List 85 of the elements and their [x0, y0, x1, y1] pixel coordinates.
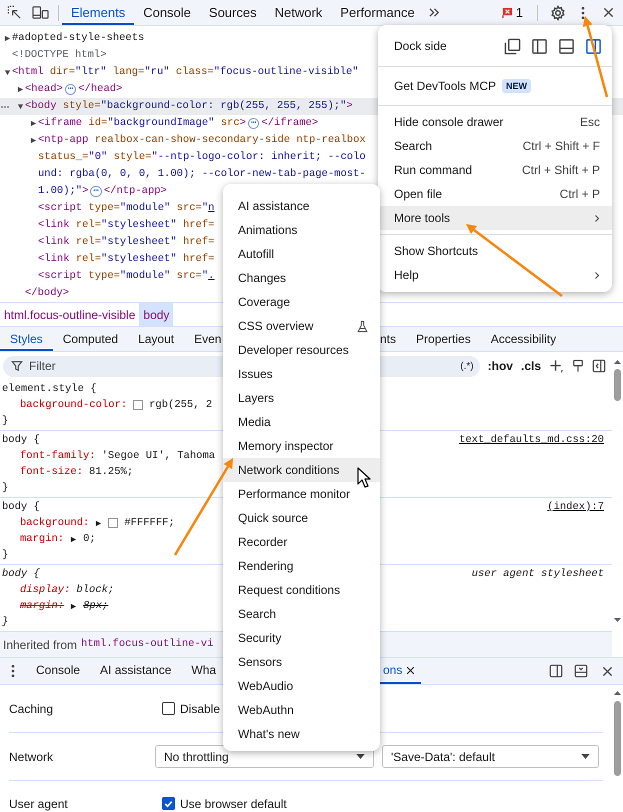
property-value: 8px;	[83, 599, 108, 614]
property-name: margin:	[20, 532, 64, 547]
menu-label: Network conditions	[238, 462, 340, 479]
code-text: <html dir="ltr" lang="ru" class="focus-outline-visible"	[12, 65, 359, 80]
new-badge: NEW	[502, 79, 532, 93]
property-name: background-color:	[20, 398, 128, 413]
menu-label: Show Shortcuts	[394, 243, 478, 260]
code-text: <script type="module" src="	[38, 269, 208, 284]
property-name: margin:	[20, 599, 64, 614]
shortcut-label: Esc	[580, 114, 600, 131]
menu-label: WebAudio	[238, 678, 294, 695]
css-selector: body {	[2, 500, 40, 515]
code-text: </head>	[78, 82, 122, 97]
property-value: 'Segoe UI', Tahoma	[102, 449, 216, 464]
menu-label: Get DevTools MCP	[394, 78, 496, 95]
field-label: Network	[9, 748, 54, 766]
code-text: </iframe>	[261, 116, 318, 131]
shortcut-label: Ctrl + Shift + F	[522, 138, 600, 155]
property-value: block;	[76, 583, 114, 598]
property-value: #FFFFFF;	[124, 516, 175, 531]
property-name: display:	[20, 583, 70, 598]
menu-label: Layers	[238, 390, 274, 407]
menu-label: AI assistance	[238, 198, 310, 215]
menu-label: Issues	[238, 366, 273, 383]
code-text: status_="0" style="--ntp-logo-color: inherit; --colo	[38, 150, 366, 165]
menu-label: Recorder	[238, 534, 288, 551]
source-label: user agent stylesheet	[472, 567, 604, 582]
shortcut-label: Ctrl + P	[560, 186, 600, 203]
code-text: <link rel="stylesheet" href=	[38, 252, 214, 267]
field-label: Caching	[9, 700, 54, 718]
code-text: <iframe id="backgroundImage" src>	[38, 116, 246, 131]
code-text: 1.00);">	[38, 184, 88, 199]
code-text: <body style="background-color: rgb(255, 255, 255);">	[25, 99, 353, 114]
checkbox-label: Use browser default	[180, 796, 287, 812]
code-text: <link rel="stylesheet" href=	[38, 218, 214, 233]
menu-label: Hide console drawer	[394, 114, 504, 131]
closing-brace: }	[1, 481, 8, 496]
code-text: </ntp-app>	[104, 184, 167, 199]
property-name: font-family:	[20, 449, 96, 464]
menu-label: What's new	[238, 726, 300, 743]
property-value: 0;	[83, 532, 96, 547]
code-text: <script type="module" src="	[38, 201, 208, 216]
menu-label: Performance monitor	[238, 486, 350, 503]
css-selector: body {	[2, 433, 40, 448]
code-text: #adopted-style-sheets	[12, 31, 144, 46]
menu-label: Security	[238, 630, 282, 647]
menu-label: More tools	[394, 210, 450, 227]
field-label: User agent	[9, 796, 69, 812]
menu-label: Sensors	[238, 654, 282, 671]
code-text: <head>	[25, 82, 63, 97]
code-text: </body>	[25, 286, 70, 301]
code-text: und: rgba(0, 0, 0, 1.00); --color-new-tab-page-most-	[38, 167, 366, 182]
menu-label: Rendering	[238, 558, 294, 575]
menu-label: Developer resources	[238, 342, 349, 359]
menu-label: Coverage	[238, 294, 290, 311]
css-selector: body {	[2, 567, 40, 582]
menu-label: Request conditions	[238, 582, 340, 599]
closing-brace: }	[1, 615, 8, 630]
menu-label: Search	[238, 606, 276, 623]
menu-label: Media	[238, 414, 271, 431]
menu-label: Open file	[394, 186, 442, 203]
css-selector: element.style {	[2, 382, 97, 397]
menu-label: Quick source	[238, 510, 308, 527]
property-name: font-size:	[20, 465, 84, 480]
inherited-label: Inherited from	[3, 636, 78, 654]
menu-label: Autofill	[238, 246, 274, 263]
checkbox-label: Disable	[180, 700, 220, 718]
code-text: <link rel="stylesheet" href=	[38, 235, 214, 250]
menu-label: CSS overview	[238, 318, 314, 335]
menu-label: Memory inspector	[238, 438, 334, 455]
menu-label: Run command	[394, 162, 472, 179]
menu-label: Changes	[238, 270, 286, 287]
menu-label: Animations	[238, 222, 298, 239]
menu-label: WebAuthn	[238, 702, 294, 719]
menu-label: Search	[394, 138, 432, 155]
shortcut-label: Ctrl + Shift + P	[522, 162, 600, 179]
menu-label: Dock side	[394, 38, 447, 55]
code-text: <!DOCTYPE html>	[12, 48, 107, 63]
code-text: <ntp-app realbox-can-show-secondary-side ntp-realbox	[38, 133, 366, 148]
closing-brace: }	[1, 414, 8, 429]
menu-label: Help	[394, 267, 419, 284]
property-value: rgb(255, 2	[149, 398, 212, 413]
property-name: background:	[20, 516, 90, 531]
closing-brace: }	[1, 548, 8, 563]
property-value: 81.25%;	[89, 465, 134, 480]
